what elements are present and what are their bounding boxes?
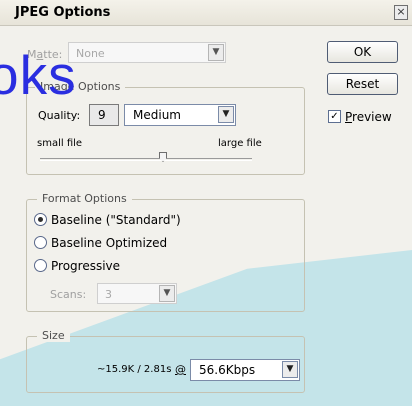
large-file-label: large file	[218, 138, 262, 149]
radio-progressive[interactable]	[34, 259, 47, 272]
size-info: ~15.9K / 2.81s	[97, 364, 172, 375]
quality-input[interactable]: 9	[89, 104, 119, 126]
size-legend: Size	[37, 329, 70, 342]
quality-select-value: Medium	[133, 108, 181, 122]
radio-label-progressive: Progressive	[51, 259, 121, 273]
chevron-down-icon: ▼	[208, 44, 224, 61]
small-file-label: small file	[37, 138, 83, 149]
quality-slider-track[interactable]	[40, 158, 252, 161]
quality-label: Quality:	[38, 109, 81, 122]
preview-checkbox[interactable]: ✓	[328, 110, 341, 123]
matte-select[interactable]: None ▼	[68, 42, 226, 63]
radio-baseline-standard[interactable]	[34, 213, 47, 226]
preview-label[interactable]: Preview	[345, 110, 392, 124]
scans-select[interactable]: 3 ▼	[97, 283, 177, 304]
reset-button[interactable]: Reset	[327, 73, 398, 95]
chevron-down-icon: ▼	[159, 285, 175, 302]
speed-value: 56.6Kbps	[199, 363, 256, 377]
quality-value: 9	[98, 108, 106, 122]
at-symbol: @	[175, 363, 186, 376]
format-options-legend: Format Options	[37, 192, 132, 205]
matte-value: None	[76, 47, 105, 60]
overlay-text: oks	[0, 44, 77, 106]
ok-button[interactable]: OK	[327, 41, 398, 63]
title-bar: JPEG Options ×	[0, 0, 412, 26]
dialog-title: JPEG Options	[15, 5, 111, 20]
scans-value: 3	[105, 288, 112, 301]
quality-select[interactable]: Medium ▼	[124, 104, 236, 126]
scans-label: Scans:	[50, 288, 87, 301]
radio-label-baseline-optimized: Baseline Optimized	[51, 236, 168, 250]
chevron-down-icon: ▼	[218, 106, 234, 123]
close-icon[interactable]: ×	[394, 5, 408, 20]
speed-select[interactable]: 56.6Kbps ▼	[190, 359, 300, 381]
radio-baseline-optimized[interactable]	[34, 236, 47, 249]
chevron-down-icon: ▼	[282, 361, 298, 378]
radio-label-baseline-standard: Baseline ("Standard")	[51, 213, 181, 227]
